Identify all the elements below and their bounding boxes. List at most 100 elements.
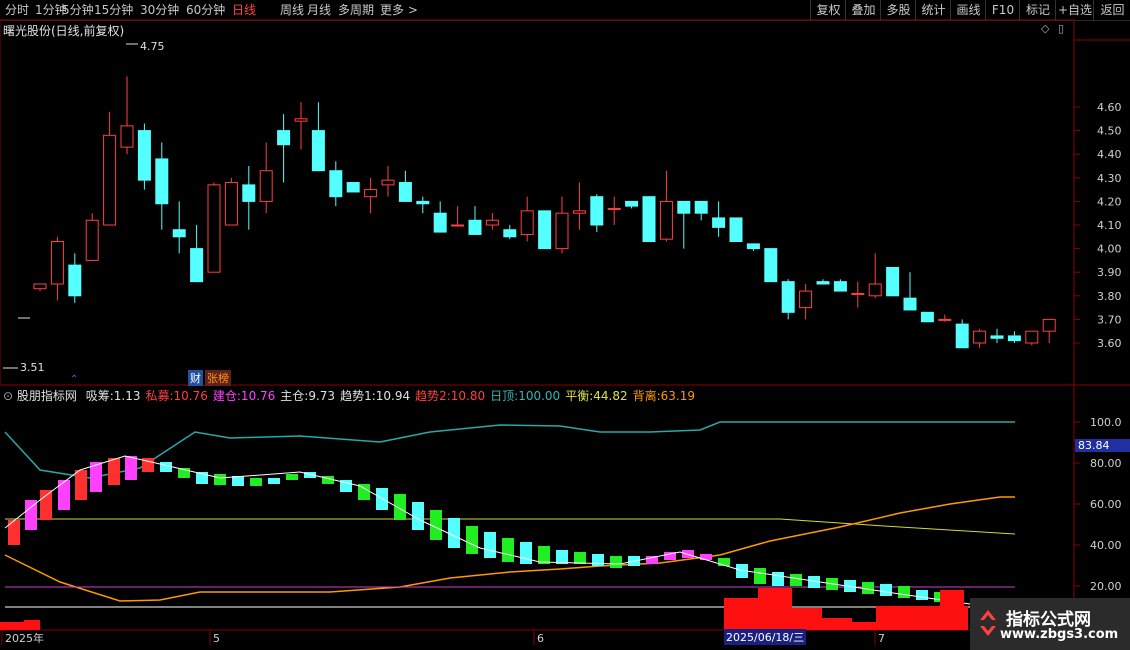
candle-body	[485, 219, 499, 226]
ribbon-bar	[916, 590, 928, 600]
signal-block	[822, 618, 852, 630]
price-tick-label: 4.20	[1097, 195, 1122, 208]
indicator-value: 吸筹:1.13	[85, 389, 141, 403]
ribbon-bar	[466, 526, 478, 554]
ind-tick-label: 20.00	[1090, 580, 1122, 593]
candle-body	[642, 196, 656, 243]
indicator-name: 股朋指标网	[16, 389, 77, 403]
price-tick-label: 4.40	[1097, 148, 1122, 161]
indicator-value: 平衡:44.82	[565, 389, 628, 403]
candle-body	[833, 281, 847, 292]
ribbon-bar	[40, 490, 52, 520]
ribbon-bar	[75, 470, 87, 500]
ribbon-bar	[862, 582, 874, 594]
candle-body	[868, 283, 882, 297]
price-tick-label: 4.30	[1097, 172, 1122, 185]
ind-tick-label: 60.00	[1090, 498, 1122, 511]
signal-block	[0, 622, 24, 630]
ribbon-bar	[286, 474, 298, 480]
candle-body	[799, 290, 813, 309]
candle-body	[451, 224, 465, 227]
signal-block	[724, 598, 758, 630]
candle-body	[816, 281, 830, 285]
settings-icon[interactable]: ◇	[1041, 22, 1049, 35]
finance-badge[interactable]: 财	[188, 370, 203, 386]
ribbon-bar	[700, 554, 712, 560]
candle-body	[886, 266, 900, 297]
candle-body	[990, 335, 1004, 339]
indicator-value: 主仓:9.73	[280, 389, 336, 403]
chart-title: 曙光股份(日线,前复权)	[3, 24, 125, 38]
candle-body	[50, 241, 64, 285]
candle-body	[155, 158, 169, 205]
price-tick-label: 3.80	[1097, 290, 1122, 303]
indicator-value: 趋势1:10.94	[340, 389, 411, 403]
candle-body	[538, 210, 552, 250]
candle-body	[381, 179, 395, 186]
candle-body	[729, 217, 743, 243]
x-axis-label: 6	[537, 632, 544, 645]
price-tick-label: 3.90	[1097, 266, 1122, 279]
top-line	[4, 421, 1015, 479]
signal-block	[852, 622, 876, 630]
candle-body	[277, 130, 291, 146]
candle-body	[1025, 330, 1039, 344]
price-tick-label: 4.10	[1097, 219, 1122, 232]
candle-body	[433, 212, 447, 233]
x-axis-label: 5	[213, 632, 220, 645]
ribbon-bar	[502, 538, 514, 562]
candle-body	[190, 248, 204, 283]
ind-tick-label: 40.00	[1090, 539, 1122, 552]
candle-body	[259, 170, 273, 202]
x-axis-label: 2025年	[5, 631, 44, 645]
ribbon-bar	[160, 462, 172, 472]
candle-body	[555, 212, 569, 250]
ribbon-bar	[250, 478, 262, 486]
candle-body	[207, 184, 221, 273]
ribbon-bar	[574, 552, 586, 564]
candle-body	[329, 170, 343, 198]
ribbon-bar	[898, 586, 910, 598]
candle-body	[590, 196, 604, 226]
indicator-header: ⊙ 股朋指标网 吸筹:1.13 私募:10.76 建仓:10.76 主仓:9.73 趋势…	[3, 387, 695, 404]
board-badge[interactable]: 张榜	[205, 370, 231, 386]
layout-icon[interactable]: ▯	[1058, 22, 1064, 35]
ribbon-bar	[790, 574, 802, 586]
signal-block	[758, 588, 792, 630]
candle-body	[607, 207, 621, 210]
indicator-value: 私募:10.76	[145, 389, 208, 403]
ribbon-bar	[556, 550, 568, 564]
indicator-value: 背离:63.19	[632, 389, 696, 403]
candle-body	[746, 243, 760, 250]
ribbon-bar	[484, 532, 496, 558]
candle-body	[346, 182, 360, 193]
ribbon-bar	[448, 518, 460, 548]
ribbon-bar	[394, 494, 406, 520]
stock-chart[interactable]: 4.60 4.50 4.40 4.30 4.20 4.10 4.00 3.90 3.80 3.70…	[0, 0, 1130, 650]
ribbon-bar	[754, 568, 766, 584]
ribbon-bar	[25, 500, 37, 530]
candle-body	[938, 318, 952, 321]
candle-body	[572, 210, 586, 214]
candle-body	[694, 200, 708, 214]
low-price-label: 3.51	[20, 361, 45, 374]
candle-body	[503, 229, 517, 238]
candle-body	[468, 219, 482, 235]
candle-body	[677, 200, 691, 214]
candle-body	[973, 330, 987, 344]
candle-body	[311, 130, 325, 172]
candle-body	[416, 200, 430, 205]
ribbon-bar	[268, 478, 280, 484]
candle-body	[68, 264, 82, 297]
ribbon-bar	[592, 554, 604, 566]
collapse-icon[interactable]: ⊙	[3, 389, 17, 403]
price-tick-label: 4.60	[1097, 101, 1122, 114]
ribbon-bar	[538, 546, 550, 564]
candle-body	[172, 229, 186, 238]
candle-body	[520, 210, 534, 235]
x-axis-label: 7	[878, 632, 885, 645]
ribbon-bar	[232, 476, 244, 486]
signal-block	[24, 620, 40, 630]
price-tick-label: 4.50	[1097, 125, 1122, 138]
price-tick-label: 3.70	[1097, 313, 1122, 326]
